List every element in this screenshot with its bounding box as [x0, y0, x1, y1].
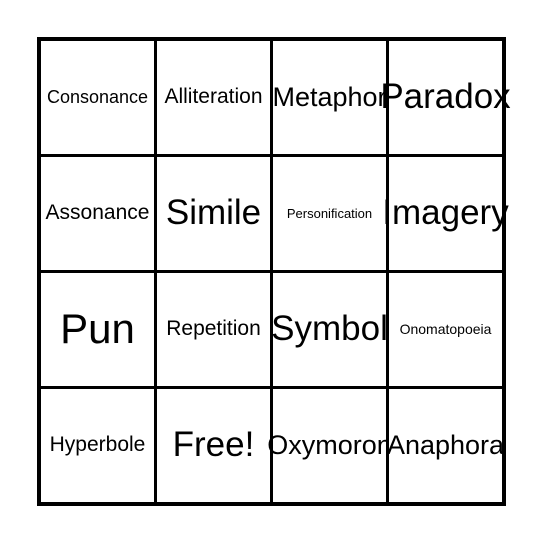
- bingo-row: Consonance Alliteration Metaphor Paradox: [41, 41, 511, 154]
- bingo-cell-alliteration[interactable]: Alliteration: [154, 41, 270, 154]
- bingo-cell-label: Metaphor: [272, 82, 387, 113]
- bingo-cell-anaphora[interactable]: Anaphora: [386, 389, 505, 502]
- bingo-row: Assonance Simile Personification Imagery: [41, 154, 509, 270]
- bingo-cell-symbol[interactable]: Symbol: [270, 273, 388, 386]
- bingo-cell-metaphor[interactable]: Metaphor: [270, 41, 387, 154]
- bingo-cell-label: Anaphora: [386, 430, 505, 461]
- bingo-cell-label: Oxymoron: [267, 430, 392, 461]
- bingo-cell-simile[interactable]: Simile: [154, 157, 270, 270]
- bingo-cell-label: Symbol: [271, 309, 388, 349]
- bingo-cell-oxymoron[interactable]: Oxymoron: [267, 389, 392, 502]
- bingo-cell-consonance[interactable]: Consonance: [41, 41, 154, 154]
- bingo-cell-imagery[interactable]: Imagery: [382, 157, 509, 270]
- bingo-cell-paradox[interactable]: Paradox: [380, 41, 511, 154]
- bingo-cell-label: Paradox: [380, 77, 511, 117]
- bingo-cell-assonance[interactable]: Assonance: [41, 157, 154, 270]
- bingo-row: Pun Repetition Symbol Onomatopoeia: [41, 270, 502, 386]
- bingo-cell-label: Simile: [165, 193, 262, 233]
- bingo-cell-label: Pun: [60, 305, 135, 353]
- bingo-cell-label: Repetition: [166, 317, 261, 341]
- bingo-row: Hyperbole Free! Oxymoron Anaphora: [41, 386, 505, 502]
- bingo-cell-hyperbole[interactable]: Hyperbole: [41, 389, 154, 502]
- bingo-cell-label: Personification: [286, 205, 373, 221]
- bingo-cell-label: Imagery: [382, 193, 509, 233]
- bingo-cell-onomatopoeia[interactable]: Onomatopoeia: [386, 273, 502, 386]
- bingo-cell-label: Hyperbole: [49, 433, 146, 457]
- bingo-cell-pun[interactable]: Pun: [41, 273, 154, 386]
- bingo-cell-label: Free!: [172, 425, 255, 465]
- bingo-cell-label: Consonance: [46, 87, 149, 108]
- bingo-cell-personification[interactable]: Personification: [270, 157, 386, 270]
- bingo-cell-label: Assonance: [45, 201, 150, 225]
- bingo-cell-label: Onomatopoeia: [399, 321, 492, 338]
- bingo-card: Consonance Alliteration Metaphor Paradox Ass…: [37, 37, 511, 506]
- bingo-cell-repetition[interactable]: Repetition: [154, 273, 270, 386]
- bingo-cell-free-space[interactable]: Free!: [154, 389, 270, 502]
- bingo-cell-label: Alliteration: [164, 85, 263, 109]
